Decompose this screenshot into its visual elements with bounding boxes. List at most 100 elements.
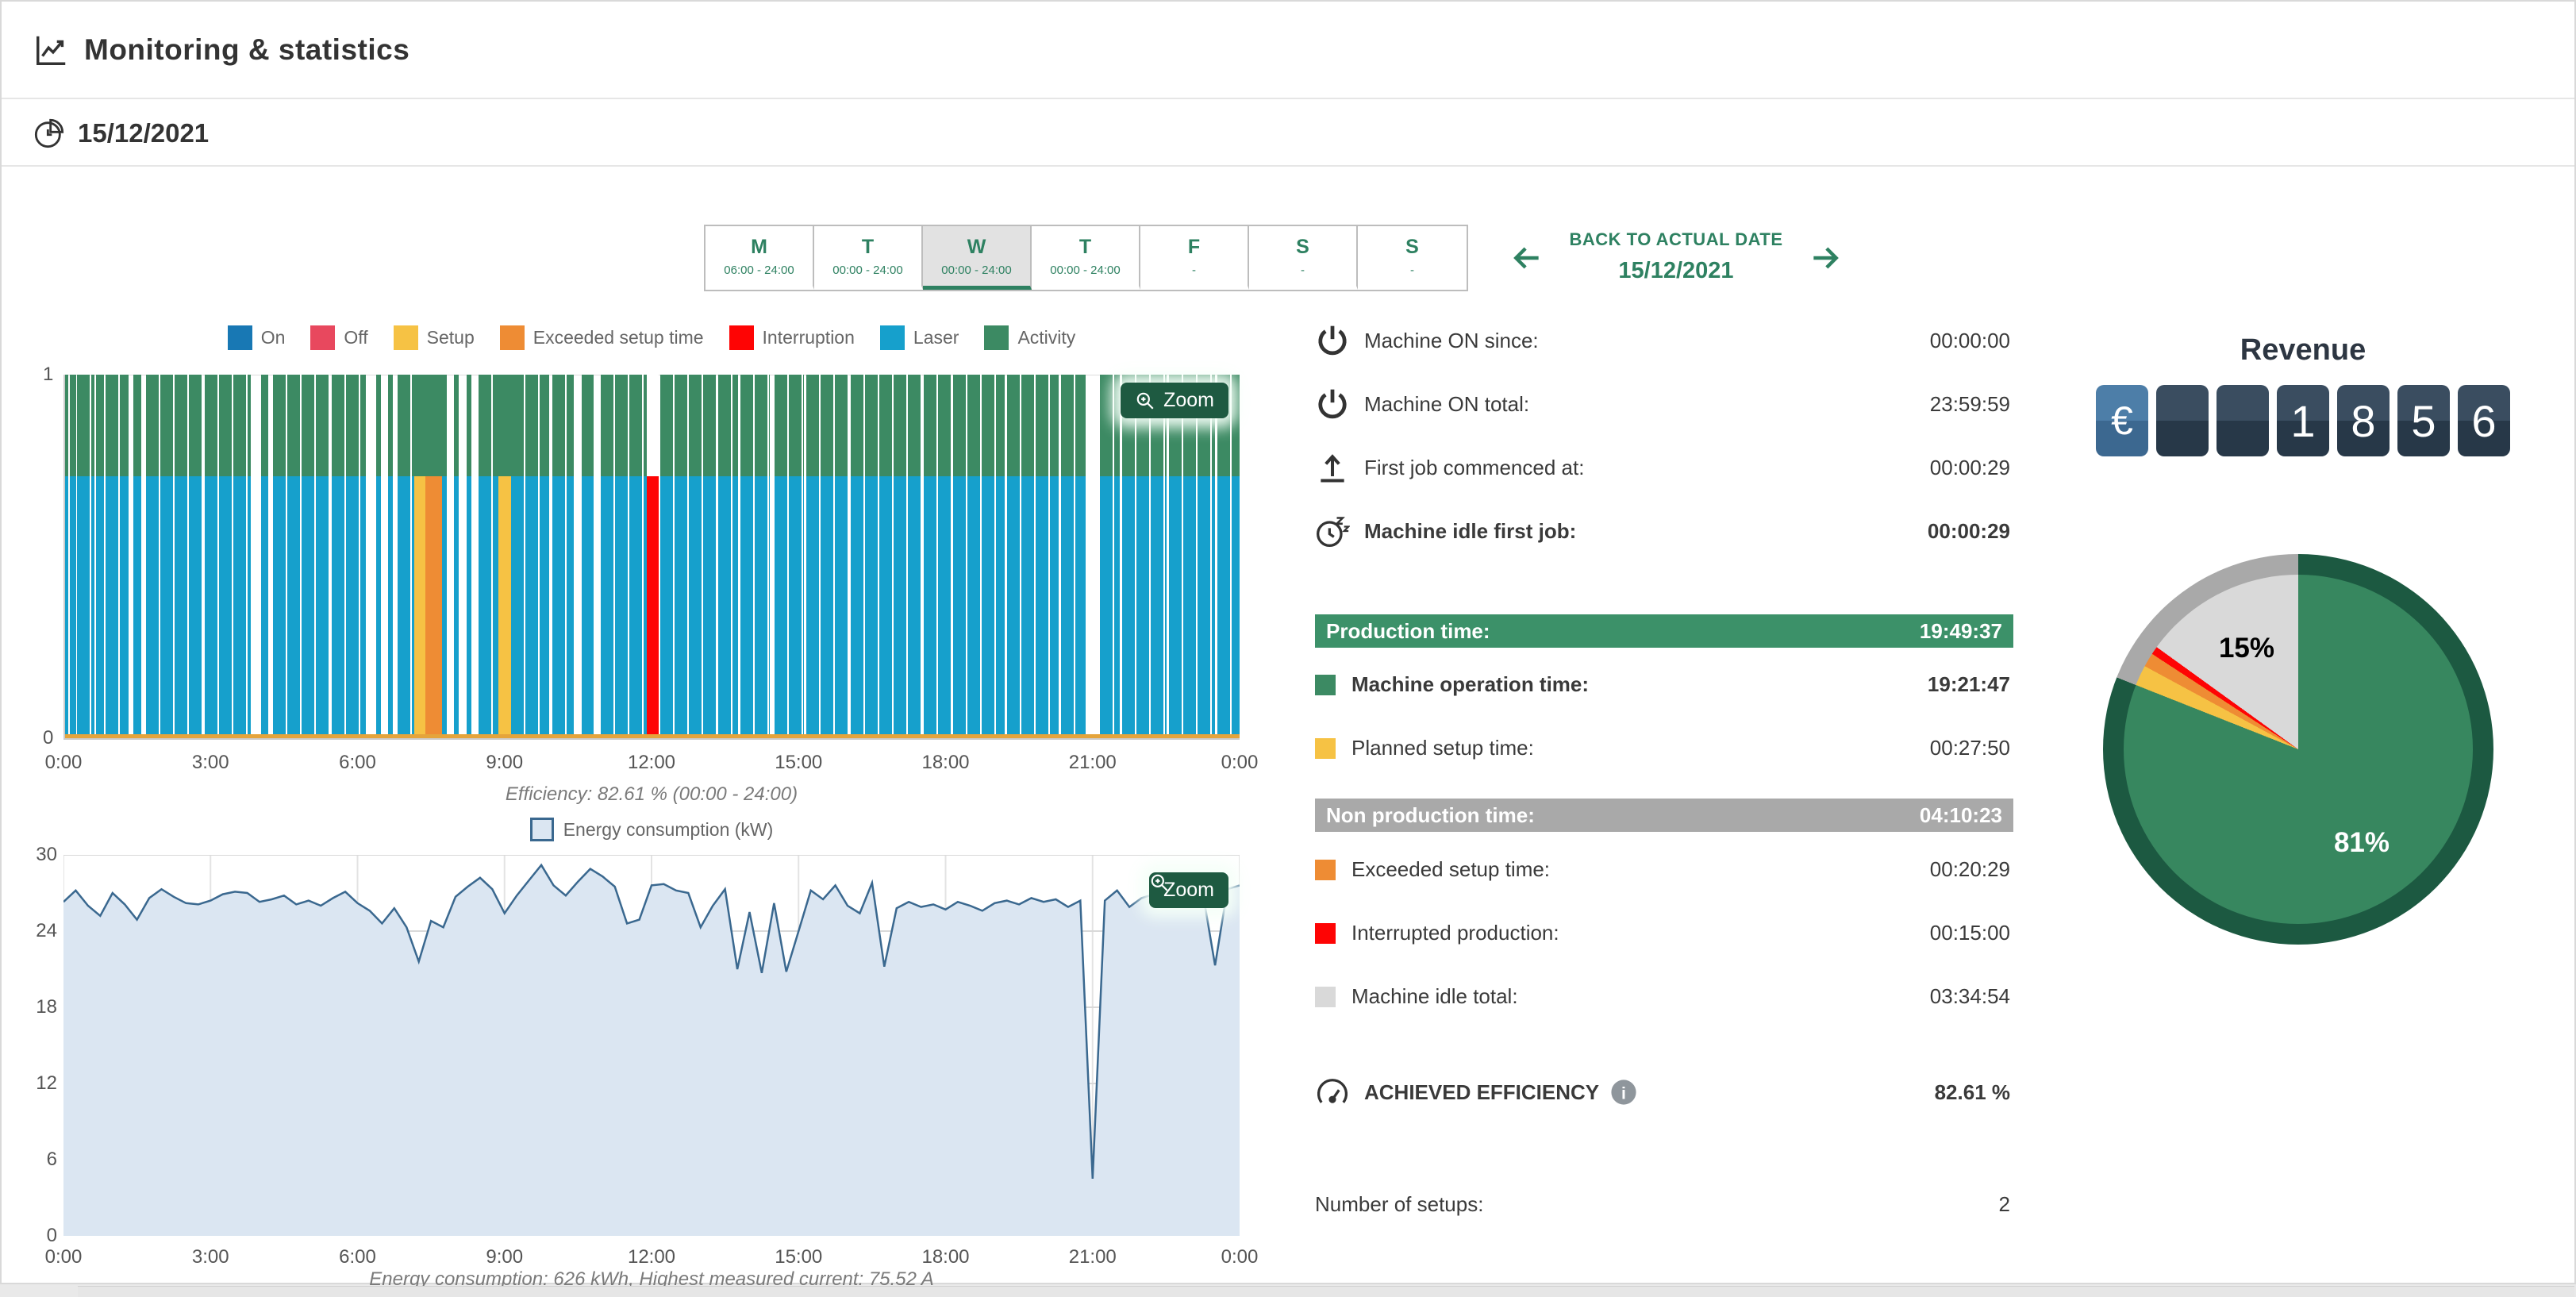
pie-clock-icon [33,117,65,149]
x-tick-label: 9:00 [486,752,523,774]
weekday-timerange: 00:00 - 24:00 [814,264,921,277]
timeline-segment-exceeded [425,375,442,738]
weekday-cell-t[interactable]: T00:00 - 24:00 [814,226,923,290]
info-icon[interactable]: i [1610,1079,1637,1106]
energy-consumption-chart: Zoom 3024181260 [63,855,1240,1236]
energy-chart-svg [63,855,1240,1236]
timeline-segment-run [77,375,89,738]
timeline-segment-run [1061,375,1086,738]
timeline-segment-run [398,375,413,738]
timeline-segment-run [70,375,75,738]
weekday-cell-f[interactable]: F- [1140,226,1249,290]
first-job-icon [1315,450,1350,485]
weekday-timerange: 06:00 - 24:00 [706,264,813,277]
stat-value: 2 [1999,1192,2013,1217]
pie-slice-label: 15% [2219,633,2274,664]
energy-x-axis: 0:003:006:009:0012:0015:0018:0021:000:00 [63,1246,1240,1270]
nav-date: 15/12/2021 [1549,258,1803,284]
week-selector: M06:00 - 24:00T00:00 - 24:00W00:00 - 24:… [704,225,1468,291]
stat-swatch [1315,738,1336,759]
legend-label: Activity [1017,327,1075,348]
timeline-segment-run [1169,375,1216,738]
zoom-button-label: Zoom [1163,879,1214,902]
x-tick-label: 15:00 [775,752,822,774]
stat-value: 00:00:29 [1930,456,2013,480]
stat-value: 82.61 % [1935,1080,2013,1105]
legend-item-laser[interactable]: Laser [880,325,959,350]
blank-digit-tile [2156,385,2209,456]
digit-tile: 5 [2397,385,2450,456]
legend-swatch [310,325,335,350]
legend-swatch [880,325,905,350]
stat-label: Machine ON since: [1364,329,1539,353]
weekday-cell-w[interactable]: W00:00 - 24:00 [923,226,1032,290]
weekday-timerange: - [1249,264,1356,277]
timeline-segment-run [479,375,498,738]
weekday-label: T [1032,236,1139,259]
weekday-label: S [1249,236,1356,259]
legend-item-on[interactable]: On [228,325,286,350]
legend-item-setup[interactable]: Setup [394,325,475,350]
weekday-cell-s[interactable]: S- [1358,226,1467,290]
back-to-actual-date-button[interactable]: BACK TO ACTUAL DATE [1549,229,1803,250]
timeline-segment-run [96,375,104,738]
weekday-cell-t[interactable]: T00:00 - 24:00 [1032,226,1140,290]
weekday-cell-s[interactable]: S- [1249,226,1358,290]
timeline-x-axis: 0:003:006:009:0012:0015:0018:0021:000:00 [63,752,1240,776]
energy-y-tick: 0 [22,1225,57,1247]
timeline-segment-run [1100,375,1120,738]
timeline-segment-run [1122,375,1167,738]
timeline-segment-run [924,375,951,738]
weekday-label: W [923,236,1030,259]
stat-label: Machine idle first job: [1364,519,1576,544]
timeline-segment-run [273,375,329,738]
energy-zoom-button[interactable]: Zoom [1149,872,1228,908]
timeline-segment-run [740,375,770,738]
stat-value: 00:20:29 [1930,857,2013,882]
x-tick-label: 12:00 [628,752,675,774]
energy-legend: Energy consumption (kW) [63,818,1240,841]
stat-row: Exceeded setup time:00:20:29 [1315,857,2013,882]
next-day-arrow-icon[interactable] [1808,241,1843,275]
stat-row: Number of setups:2 [1315,1192,2013,1217]
stat-value: 19:21:47 [1928,672,2013,697]
legend-label: Interruption [763,327,855,348]
previous-day-arrow-icon[interactable] [1509,241,1544,275]
legend-swatch [500,325,525,350]
stat-value: 00:00:00 [1930,329,2013,353]
legend-item-activity[interactable]: Activity [984,325,1075,350]
weekday-cell-m[interactable]: M06:00 - 24:00 [706,226,814,290]
stat-swatch [1315,675,1336,695]
energy-legend-swatch[interactable] [530,818,554,841]
currency-tile: € [2096,385,2148,456]
timeline-segment-run [65,375,68,738]
timeline-segment-run [133,375,140,738]
stat-value: 00:27:50 [1930,736,2013,760]
timeline-segment-run [261,375,268,738]
dashboard-card: Monitoring & statistics 15/12/2021 M06:0… [0,0,2576,1284]
timeline-segment-run [511,375,549,738]
timeline-segment-run [1007,375,1059,738]
timeline-y-max: 1 [43,364,53,386]
x-tick-label: 0:00 [45,1246,83,1268]
x-tick-label: 0:00 [45,752,83,774]
stat-row: ACHIEVED EFFICIENCY i 82.61 % [1315,1075,2013,1110]
legend-item-off[interactable]: Off [310,325,367,350]
digit-tile: 1 [2277,385,2329,456]
stat-section-header: Non production time:04:10:23 [1315,799,2013,832]
stat-row: Machine ON total:23:59:59 [1315,387,2013,421]
stat-label: Machine operation time: [1351,672,1589,697]
date-header: 15/12/2021 [2,101,2574,167]
legend-item-exceeded-setup-time[interactable]: Exceeded setup time [500,325,704,350]
timeline-zoom-button[interactable]: Zoom [1121,383,1228,418]
timeline-baseline [65,734,1240,738]
legend-label: Laser [913,327,959,348]
digit-tile: 6 [2458,385,2510,456]
x-tick-label: 6:00 [339,752,376,774]
timeline-segment-run [91,375,94,738]
stat-row: Interrupted production:00:15:00 [1315,921,2013,945]
legend-item-interruption[interactable]: Interruption [729,325,855,350]
pie-slice-label: 81% [2334,827,2390,859]
stat-label: ACHIEVED EFFICIENCY [1364,1080,1599,1105]
stat-value: 23:59:59 [1930,392,2013,417]
